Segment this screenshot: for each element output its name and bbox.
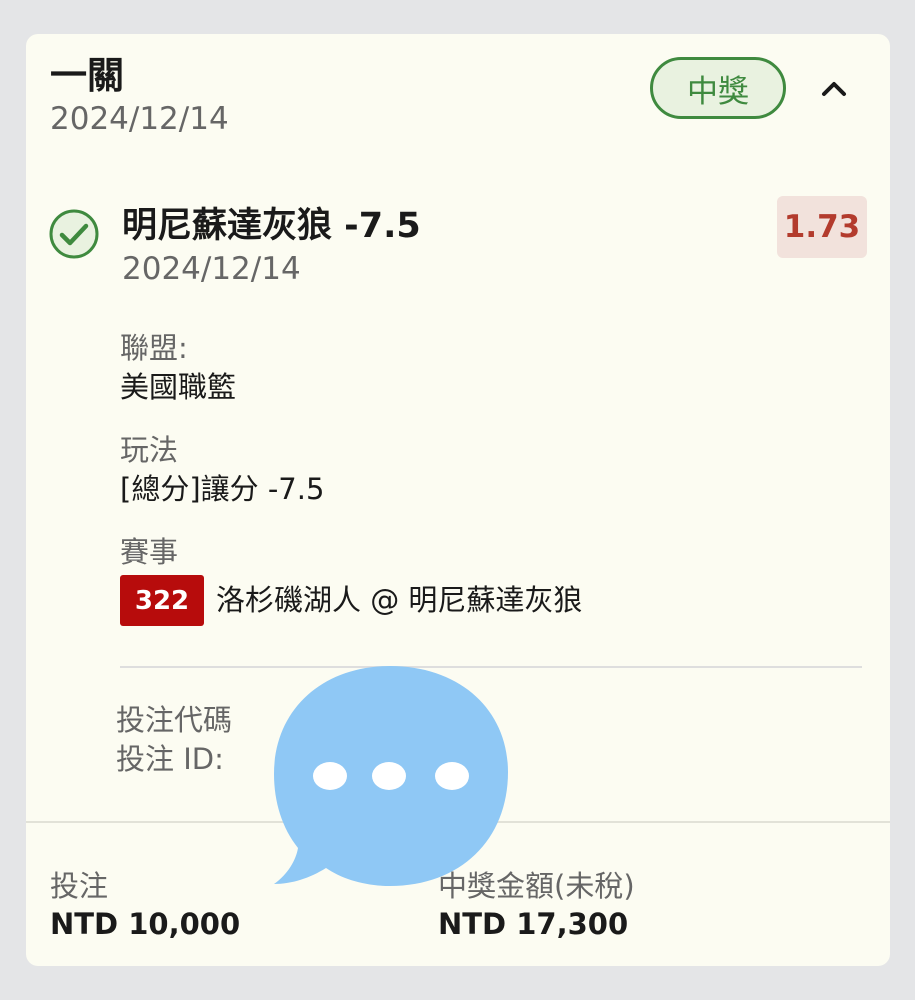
bet-date: 2024/12/14 [50,101,229,137]
status-badge-label: 中獎 [687,73,749,110]
selection-date: 2024/12/14 [122,251,301,287]
chevron-up-icon [822,82,846,96]
event-label: 賽事 [120,535,179,569]
market-label: 玩法 [120,433,179,467]
odds-badge: 1.73 [777,196,867,258]
stake-label: 投注 [50,869,109,903]
bet-slip-card: 一關 2024/12/14 中獎 明尼蘇達灰狼 -7.5 2024/12/14 … [26,34,890,966]
stake-value: NTD 10,000 [50,907,241,941]
odds-value: 1.73 [783,209,861,245]
bet-type-title: 一關 [50,54,124,97]
collapse-button[interactable] [812,70,856,106]
league-label: 聯盟: [120,331,188,365]
bet-code-label: 投注代碼 [116,703,233,737]
check-circle-icon [49,209,99,259]
speech-bubble-icon [274,666,508,886]
status-badge: 中獎 [650,57,786,119]
event-number-badge: 322 [120,575,204,626]
selection-name: 明尼蘇達灰狼 -7.5 [122,206,421,246]
event-name: 洛杉磯湖人 @ 明尼蘇達灰狼 [216,583,583,617]
event-number: 322 [134,585,190,616]
payout-value: NTD 17,300 [438,907,629,941]
league-value: 美國職籃 [120,370,237,404]
market-value: [總分]讓分 -7.5 [120,472,325,506]
bet-id-label: 投注 ID: [116,742,224,776]
